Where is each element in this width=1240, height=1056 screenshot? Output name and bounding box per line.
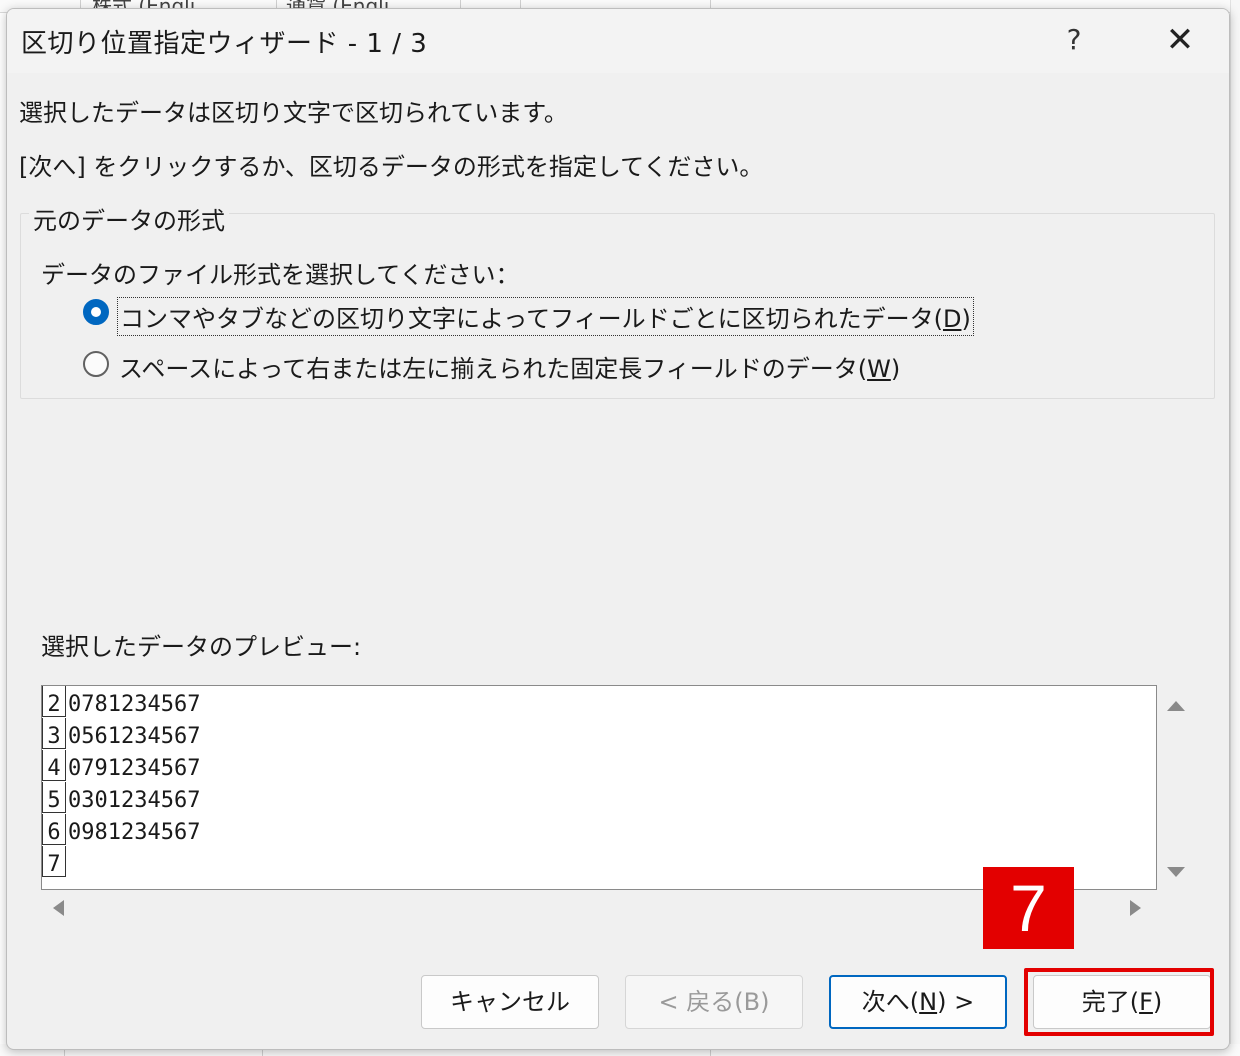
step-number-badge: 7 (983, 867, 1074, 949)
fixed-width-radio[interactable] (83, 351, 109, 377)
delimited-radio[interactable] (83, 299, 109, 325)
preview-row-value: 0561234567 (68, 724, 201, 749)
fixed-width-option-label[interactable]: スペースによって右または左に揃えられた固定長フィールドのデータ(W) (119, 349, 900, 384)
description-line-2: [次へ] をクリックするか、区切るデータの形式を指定してください。 (19, 153, 764, 181)
preview-row: 5 0301234567 (42, 782, 1156, 814)
preview-row-value: 0781234567 (68, 692, 201, 717)
preview-label: 選択したデータのプレビュー: (41, 633, 362, 661)
button-accelerator: N (919, 988, 938, 1016)
preview-row-value: 0301234567 (68, 788, 201, 813)
dialog-titlebar[interactable]: 区切り位置指定ウィザード - 1 / 3 ? ✕ (7, 9, 1229, 73)
preview-row-value: 0981234567 (68, 820, 201, 845)
button-suffix: ) > (937, 988, 975, 1016)
scroll-left-arrow-icon[interactable] (53, 900, 64, 916)
spreadsheet-edge (1230, 0, 1240, 1056)
preview-row-number: 6 (42, 814, 66, 845)
option-text: スペースによって右または左に揃えられた固定長フィールドのデータ( (119, 355, 868, 383)
option-accelerator: D (942, 305, 962, 333)
preview-row-number: 3 (42, 718, 66, 749)
close-button[interactable]: ✕ (1157, 17, 1203, 63)
description-line-1: 選択したデータは区切り文字で区切られています。 (19, 99, 568, 127)
preview-row-number: 5 (42, 782, 66, 813)
file-type-prompt: データのファイル形式を選択してください： (41, 261, 520, 289)
option-text: コンマやタブなどの区切り文字によってフィールドごとに区切られたデータ( (120, 305, 943, 333)
option-suffix: ) (890, 355, 901, 383)
help-button[interactable]: ? (1053, 19, 1095, 61)
finish-button-highlight (1024, 968, 1214, 1036)
preview-row: 3 0561234567 (42, 718, 1156, 750)
dialog-title: 区切り位置指定ウィザード - 1 / 3 (21, 29, 428, 59)
delimited-option-label[interactable]: コンマやタブなどの区切り文字によってフィールドごとに区切られたデータ(D) (117, 297, 974, 336)
scroll-up-arrow-icon[interactable] (1167, 701, 1185, 711)
scroll-down-arrow-icon[interactable] (1167, 867, 1185, 877)
data-preview-pane[interactable]: 2 0781234567 3 0561234567 4 0791234567 5… (41, 685, 1157, 890)
preview-row: 4 0791234567 (42, 750, 1156, 782)
preview-row: 6 0981234567 (42, 814, 1156, 846)
group-title: 元のデータの形式 (29, 201, 229, 236)
scroll-right-arrow-icon[interactable] (1130, 900, 1141, 916)
preview-row-number: 4 (42, 750, 66, 781)
next-button[interactable]: 次へ(N) > (829, 975, 1007, 1029)
option-suffix: ) (961, 305, 971, 333)
preview-row-value: 0791234567 (68, 756, 201, 781)
preview-row-number: 7 (42, 846, 66, 877)
button-text: 次へ( (861, 988, 920, 1016)
back-button[interactable]: < 戻る(B) (625, 975, 803, 1029)
preview-row: 2 0781234567 (42, 686, 1156, 718)
preview-row-number: 2 (42, 686, 66, 717)
option-accelerator: W (867, 355, 891, 383)
cancel-button[interactable]: キャンセル (421, 975, 599, 1029)
